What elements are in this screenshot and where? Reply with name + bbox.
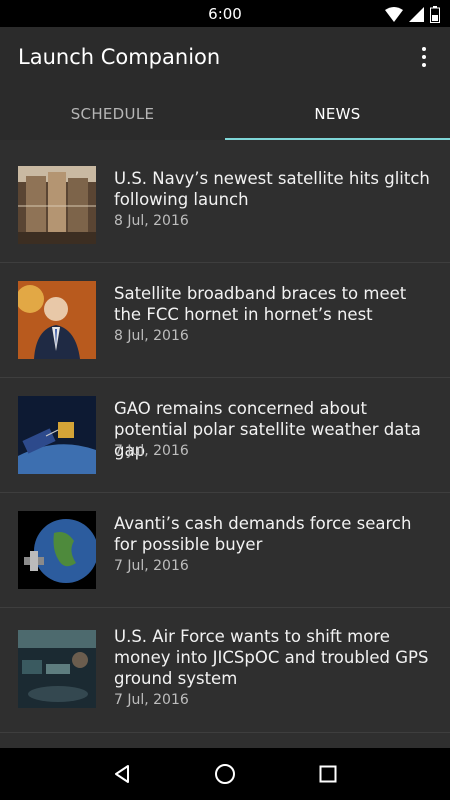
news-date: 7 Jul, 2016 <box>114 443 189 459</box>
news-date: 7 Jul, 2016 <box>114 558 189 574</box>
battery-icon <box>430 5 440 23</box>
news-date: 7 Jul, 2016 <box>114 692 189 708</box>
fcc-chairman-image <box>18 281 96 359</box>
signal-icon <box>409 6 424 22</box>
status-time: 6:00 <box>208 4 242 23</box>
system-nav-bar <box>0 748 450 800</box>
news-title: U.S. Air Force wants to shift more money… <box>114 627 429 688</box>
earth-satellite-image <box>18 511 96 589</box>
home-icon[interactable] <box>205 754 245 794</box>
news-date: 8 Jul, 2016 <box>114 328 189 344</box>
list-item[interactable]: Satellite broadband braces to meet the F… <box>0 263 450 378</box>
list-item[interactable]: U.S. Navy’s newest satellite hits glitch… <box>0 140 450 263</box>
news-list: U.S. Navy’s newest satellite hits glitch… <box>0 140 450 748</box>
news-title: Avanti’s cash demands force search for p… <box>114 514 412 554</box>
list-item[interactable]: GAO remains concerned about potential po… <box>0 378 450 493</box>
polar-satellite-image <box>18 396 96 474</box>
status-icons <box>385 5 440 23</box>
tab-schedule[interactable]: SCHEDULE <box>0 87 225 140</box>
news-title: Satellite broadband braces to meet the F… <box>114 284 407 324</box>
tab-bar: SCHEDULE NEWS <box>0 87 450 140</box>
recents-icon[interactable] <box>308 754 348 794</box>
tab-news[interactable]: NEWS <box>225 87 450 140</box>
more-vert-icon[interactable] <box>412 45 436 69</box>
list-item[interactable]: Avanti’s cash demands force search for p… <box>0 493 450 608</box>
news-date: 8 Jul, 2016 <box>114 213 189 229</box>
list-item[interactable]: U.S. Air Force wants to shift more money… <box>0 608 450 733</box>
back-icon[interactable] <box>102 754 142 794</box>
status-bar: 6:00 <box>0 0 450 27</box>
control-room-image <box>18 630 96 708</box>
news-title: U.S. Navy’s newest satellite hits glitch… <box>114 169 430 209</box>
satellite-factory-image <box>18 166 96 244</box>
app-bar: Launch Companion <box>0 27 450 87</box>
app-title: Launch Companion <box>18 45 221 69</box>
wifi-icon <box>385 6 403 22</box>
